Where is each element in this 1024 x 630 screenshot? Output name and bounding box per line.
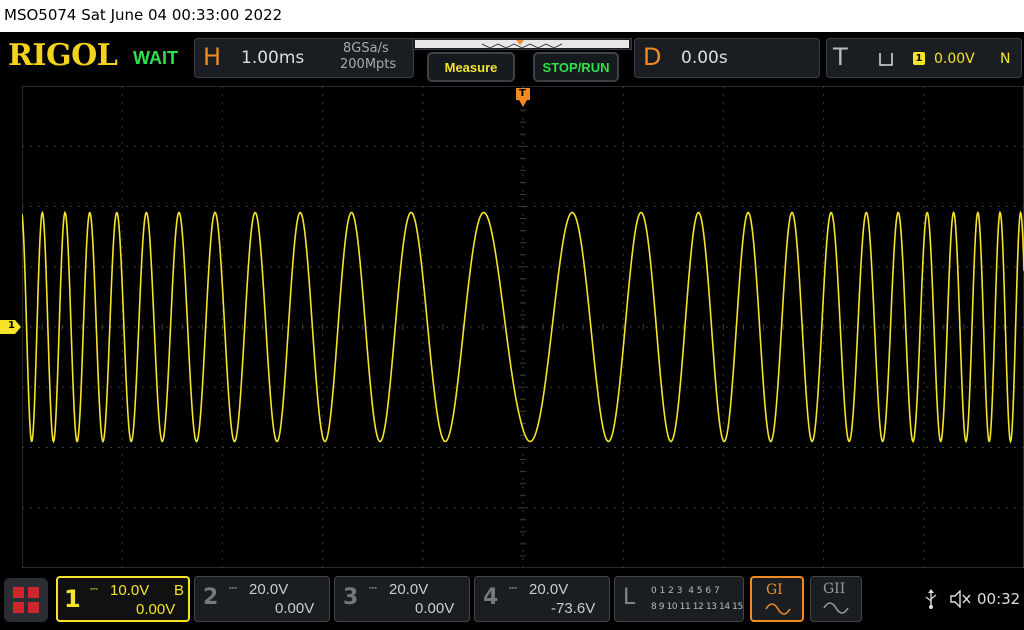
logic-letter: L xyxy=(623,585,636,610)
channel4-number: 4 xyxy=(483,585,499,610)
channel1-offset: 0.00V xyxy=(136,601,176,618)
channel3-scale: 20.0V xyxy=(389,581,429,598)
sine-wave-icon xyxy=(823,602,849,614)
trigger-letter: T xyxy=(833,43,848,71)
waveform-display[interactable] xyxy=(22,86,1024,568)
memory-depth: 200Mpts xyxy=(340,57,397,72)
sine-wave-icon xyxy=(765,603,791,615)
title-bar: MSO5074 Sat June 04 00:33:00 2022 xyxy=(0,0,1024,32)
home-button[interactable] xyxy=(4,578,48,622)
channel1-bandwidth-limit: B xyxy=(174,582,185,599)
channel2-offset: 0.00V xyxy=(275,600,315,617)
channel3-panel[interactable]: 3 ⎓ 20.0V 0.00V xyxy=(334,576,470,622)
sample-rate: 8GSa/s xyxy=(343,41,389,56)
timebase-value: 1.00ms xyxy=(241,48,305,68)
channel2-coupling-icon: ⎓ xyxy=(229,583,237,594)
usb-icon xyxy=(925,589,937,609)
channel1-panel[interactable]: 1 ⎓ 10.0V B 0.00V xyxy=(56,576,190,622)
channel3-number: 3 xyxy=(343,585,359,610)
rigol-logo: RIGOL xyxy=(8,38,118,73)
trigger-panel[interactable]: T 1 0.00V N xyxy=(826,38,1022,78)
horizontal-timebase-panel[interactable]: H 1.00ms 8GSa/s 200Mpts xyxy=(194,38,414,78)
device-datetime-title: MSO5074 Sat June 04 00:33:00 2022 xyxy=(4,6,283,24)
delay-panel[interactable]: D 0.00s xyxy=(634,38,820,78)
menu-grid-icon xyxy=(13,587,39,613)
channel1-coupling-icon: ⎓ xyxy=(90,584,98,595)
trigger-sweep-mode: N xyxy=(1000,51,1011,67)
rising-edge-trigger-icon xyxy=(879,53,893,66)
channel4-panel[interactable]: 4 ⎓ 20.0V -73.6V xyxy=(474,576,610,622)
channel1-number: 1 xyxy=(64,585,81,613)
channel2-scale: 20.0V xyxy=(249,581,289,598)
channel2-number: 2 xyxy=(203,585,219,610)
logic-channels-row1: 0 1 2 3 4 5 6 7 xyxy=(651,586,720,596)
channel4-scale: 20.0V xyxy=(529,581,569,598)
generator1-label: GI xyxy=(766,582,783,598)
stop-run-button[interactable]: STOP/RUN xyxy=(533,52,619,82)
system-clock: 00:32 xyxy=(977,590,1021,608)
logic-analyzer-panel[interactable]: L 0 1 2 3 4 5 6 7 8 9 10 11 12 13 14 15 xyxy=(614,576,744,622)
generator1-button[interactable]: GI xyxy=(750,576,804,622)
speaker-muted-icon[interactable] xyxy=(950,590,972,608)
channel4-coupling-icon: ⎓ xyxy=(509,583,517,594)
delay-letter: D xyxy=(643,43,662,71)
logic-channels-row2: 8 9 10 11 12 13 14 15 xyxy=(651,602,743,612)
channel3-offset: 0.00V xyxy=(415,600,455,617)
delay-value: 0.00s xyxy=(681,48,728,68)
channel1-ground-marker-label: 1 xyxy=(8,320,15,331)
channel3-coupling-icon: ⎓ xyxy=(369,583,377,594)
generator2-label: GII xyxy=(823,581,846,597)
trigger-source-badge: 1 xyxy=(913,52,925,65)
channel1-scale: 10.0V xyxy=(110,582,150,599)
channel2-panel[interactable]: 2 ⎓ 20.0V 0.00V xyxy=(194,576,330,622)
memory-position-bar xyxy=(412,38,632,50)
acquisition-status: WAIT xyxy=(133,48,178,68)
channel4-offset: -73.6V xyxy=(551,600,596,617)
measure-button[interactable]: Measure xyxy=(427,52,515,82)
trigger-level: 0.00V xyxy=(934,51,975,67)
horizontal-letter: H xyxy=(203,43,222,71)
generator2-button[interactable]: GII xyxy=(810,576,862,622)
trigger-position-marker-label: T xyxy=(519,88,526,99)
